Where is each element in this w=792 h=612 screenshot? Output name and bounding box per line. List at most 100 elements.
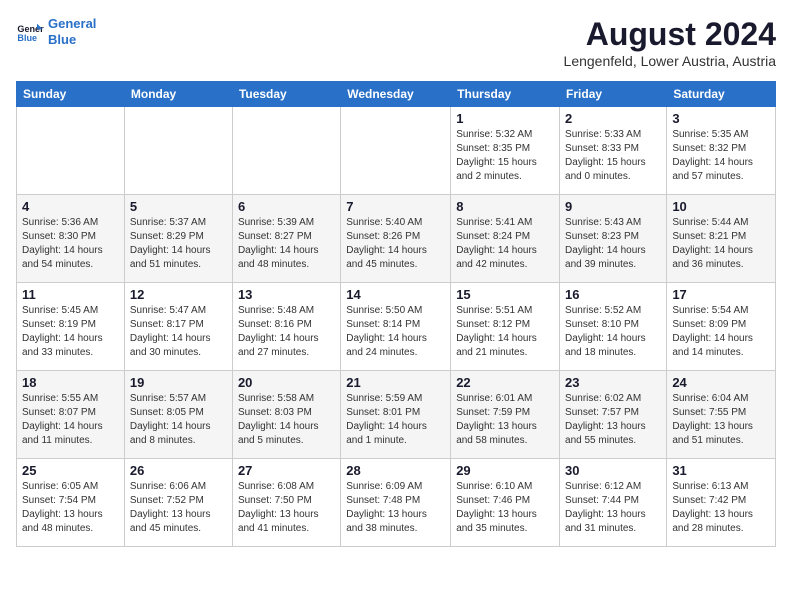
- day-info: Sunrise: 6:01 AM Sunset: 7:59 PM Dayligh…: [456, 392, 554, 448]
- calendar-cell: 11 Sunrise: 5:45 AM Sunset: 8:19 PM Dayli…: [17, 283, 125, 371]
- day-info: Sunrise: 5:44 AM Sunset: 8:21 PM Dayligh…: [672, 216, 770, 272]
- week-row-4: 25 Sunrise: 6:05 AM Sunset: 7:54 PM Dayli…: [17, 459, 776, 547]
- day-number: 13: [238, 287, 335, 302]
- day-number: 24: [672, 375, 770, 390]
- day-number: 28: [346, 463, 445, 478]
- weekday-header-saturday: Saturday: [667, 82, 776, 107]
- week-row-3: 18 Sunrise: 5:55 AM Sunset: 8:07 PM Dayli…: [17, 371, 776, 459]
- day-number: 12: [130, 287, 227, 302]
- calendar-cell: 30 Sunrise: 6:12 AM Sunset: 7:44 PM Dayli…: [560, 459, 667, 547]
- weekday-header-wednesday: Wednesday: [341, 82, 451, 107]
- day-info: Sunrise: 5:33 AM Sunset: 8:33 PM Dayligh…: [565, 128, 661, 184]
- day-number: 31: [672, 463, 770, 478]
- day-info: Sunrise: 6:05 AM Sunset: 7:54 PM Dayligh…: [22, 480, 119, 536]
- day-number: 8: [456, 199, 554, 214]
- calendar-cell: 12 Sunrise: 5:47 AM Sunset: 8:17 PM Dayli…: [124, 283, 232, 371]
- calendar-cell: 22Sunrise: 6:01 AM Sunset: 7:59 PM Dayli…: [451, 371, 560, 459]
- day-info: Sunrise: 6:02 AM Sunset: 7:57 PM Dayligh…: [565, 392, 661, 448]
- day-info: Sunrise: 5:57 AM Sunset: 8:05 PM Dayligh…: [130, 392, 227, 448]
- day-number: 30: [565, 463, 661, 478]
- day-info: Sunrise: 6:12 AM Sunset: 7:44 PM Dayligh…: [565, 480, 661, 536]
- calendar-cell: 20 Sunrise: 5:58 AM Sunset: 8:03 PM Dayli…: [232, 371, 340, 459]
- calendar-cell: 29 Sunrise: 6:10 AM Sunset: 7:46 PM Dayli…: [451, 459, 560, 547]
- weekday-header-sunday: Sunday: [17, 82, 125, 107]
- day-number: 21: [346, 375, 445, 390]
- calendar-cell: 15 Sunrise: 5:51 AM Sunset: 8:12 PM Dayli…: [451, 283, 560, 371]
- day-number: 19: [130, 375, 227, 390]
- calendar-cell: 18 Sunrise: 5:55 AM Sunset: 8:07 PM Dayli…: [17, 371, 125, 459]
- day-info: Sunrise: 5:59 AM Sunset: 8:01 PM Dayligh…: [346, 392, 445, 448]
- day-info: Sunrise: 6:04 AM Sunset: 7:55 PM Dayligh…: [672, 392, 770, 448]
- day-info: Sunrise: 5:55 AM Sunset: 8:07 PM Dayligh…: [22, 392, 119, 448]
- day-info: Sunrise: 5:41 AM Sunset: 8:24 PM Dayligh…: [456, 216, 554, 272]
- day-number: 2: [565, 111, 661, 126]
- location-subtitle: Lengenfeld, Lower Austria, Austria: [564, 53, 776, 69]
- calendar-table: SundayMondayTuesdayWednesdayThursdayFrid…: [16, 81, 776, 547]
- day-info: Sunrise: 6:13 AM Sunset: 7:42 PM Dayligh…: [672, 480, 770, 536]
- calendar-cell: 10 Sunrise: 5:44 AM Sunset: 8:21 PM Dayli…: [667, 195, 776, 283]
- calendar-cell: 25 Sunrise: 6:05 AM Sunset: 7:54 PM Dayli…: [17, 459, 125, 547]
- month-year-title: August 2024: [564, 16, 776, 53]
- logo-text: GeneralBlue: [48, 16, 96, 47]
- calendar-cell: 6 Sunrise: 5:39 AM Sunset: 8:27 PM Daylig…: [232, 195, 340, 283]
- day-number: 11: [22, 287, 119, 302]
- calendar-cell: 28Sunrise: 6:09 AM Sunset: 7:48 PM Dayli…: [341, 459, 451, 547]
- calendar-cell: 31 Sunrise: 6:13 AM Sunset: 7:42 PM Dayli…: [667, 459, 776, 547]
- day-number: 20: [238, 375, 335, 390]
- calendar-cell: 13 Sunrise: 5:48 AM Sunset: 8:16 PM Dayli…: [232, 283, 340, 371]
- weekday-header-thursday: Thursday: [451, 82, 560, 107]
- day-info: Sunrise: 5:36 AM Sunset: 8:30 PM Dayligh…: [22, 216, 119, 272]
- day-info: Sunrise: 5:40 AM Sunset: 8:26 PM Dayligh…: [346, 216, 445, 272]
- day-number: 10: [672, 199, 770, 214]
- day-info: Sunrise: 5:52 AM Sunset: 8:10 PM Dayligh…: [565, 304, 661, 360]
- day-info: Sunrise: 5:45 AM Sunset: 8:19 PM Dayligh…: [22, 304, 119, 360]
- day-number: 27: [238, 463, 335, 478]
- day-number: 1: [456, 111, 554, 126]
- day-info: Sunrise: 5:37 AM Sunset: 8:29 PM Dayligh…: [130, 216, 227, 272]
- day-number: 7: [346, 199, 445, 214]
- day-number: 18: [22, 375, 119, 390]
- calendar-cell: 21 Sunrise: 5:59 AM Sunset: 8:01 PM Dayli…: [341, 371, 451, 459]
- day-info: Sunrise: 6:08 AM Sunset: 7:50 PM Dayligh…: [238, 480, 335, 536]
- logo: General Blue GeneralBlue: [16, 16, 96, 47]
- calendar-cell: 2 Sunrise: 5:33 AM Sunset: 8:33 PM Daylig…: [560, 107, 667, 195]
- day-number: 3: [672, 111, 770, 126]
- calendar-cell: 16Sunrise: 5:52 AM Sunset: 8:10 PM Dayli…: [560, 283, 667, 371]
- calendar-cell: [17, 107, 125, 195]
- day-number: 6: [238, 199, 335, 214]
- calendar-cell: 27 Sunrise: 6:08 AM Sunset: 7:50 PM Dayli…: [232, 459, 340, 547]
- calendar-cell: 26Sunrise: 6:06 AM Sunset: 7:52 PM Dayli…: [124, 459, 232, 547]
- day-number: 29: [456, 463, 554, 478]
- title-area: August 2024 Lengenfeld, Lower Austria, A…: [564, 16, 776, 69]
- calendar-cell: [124, 107, 232, 195]
- svg-text:Blue: Blue: [17, 33, 37, 43]
- calendar-cell: 9Sunrise: 5:43 AM Sunset: 8:23 PM Daylig…: [560, 195, 667, 283]
- day-info: Sunrise: 5:48 AM Sunset: 8:16 PM Dayligh…: [238, 304, 335, 360]
- week-row-1: 4 Sunrise: 5:36 AM Sunset: 8:30 PM Daylig…: [17, 195, 776, 283]
- calendar-cell: 17Sunrise: 5:54 AM Sunset: 8:09 PM Dayli…: [667, 283, 776, 371]
- day-number: 26: [130, 463, 227, 478]
- calendar-cell: 24 Sunrise: 6:04 AM Sunset: 7:55 PM Dayli…: [667, 371, 776, 459]
- day-info: Sunrise: 5:39 AM Sunset: 8:27 PM Dayligh…: [238, 216, 335, 272]
- week-row-2: 11 Sunrise: 5:45 AM Sunset: 8:19 PM Dayli…: [17, 283, 776, 371]
- calendar-cell: [232, 107, 340, 195]
- day-number: 25: [22, 463, 119, 478]
- day-info: Sunrise: 5:54 AM Sunset: 8:09 PM Dayligh…: [672, 304, 770, 360]
- calendar-cell: 14Sunrise: 5:50 AM Sunset: 8:14 PM Dayli…: [341, 283, 451, 371]
- day-info: Sunrise: 5:51 AM Sunset: 8:12 PM Dayligh…: [456, 304, 554, 360]
- day-number: 15: [456, 287, 554, 302]
- day-info: Sunrise: 5:50 AM Sunset: 8:14 PM Dayligh…: [346, 304, 445, 360]
- calendar-cell: 8 Sunrise: 5:41 AM Sunset: 8:24 PM Daylig…: [451, 195, 560, 283]
- day-number: 4: [22, 199, 119, 214]
- day-info: Sunrise: 5:32 AM Sunset: 8:35 PM Dayligh…: [456, 128, 554, 184]
- day-info: Sunrise: 5:43 AM Sunset: 8:23 PM Dayligh…: [565, 216, 661, 272]
- weekday-header-monday: Monday: [124, 82, 232, 107]
- day-number: 5: [130, 199, 227, 214]
- day-info: Sunrise: 6:10 AM Sunset: 7:46 PM Dayligh…: [456, 480, 554, 536]
- calendar-cell: 3Sunrise: 5:35 AM Sunset: 8:32 PM Daylig…: [667, 107, 776, 195]
- calendar-cell: 4 Sunrise: 5:36 AM Sunset: 8:30 PM Daylig…: [17, 195, 125, 283]
- logo-icon: General Blue: [16, 18, 44, 46]
- calendar-cell: 7 Sunrise: 5:40 AM Sunset: 8:26 PM Daylig…: [341, 195, 451, 283]
- day-info: Sunrise: 5:47 AM Sunset: 8:17 PM Dayligh…: [130, 304, 227, 360]
- day-info: Sunrise: 5:58 AM Sunset: 8:03 PM Dayligh…: [238, 392, 335, 448]
